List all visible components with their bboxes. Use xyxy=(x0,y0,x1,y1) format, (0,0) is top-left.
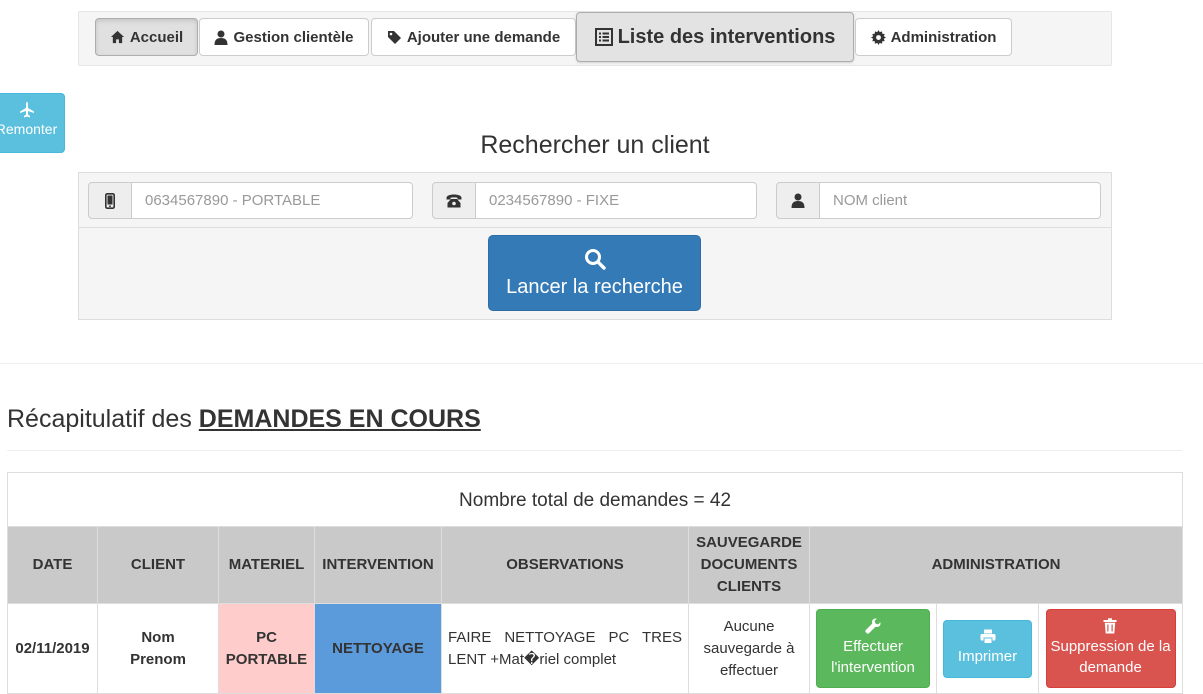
recap-title-prefix: Récapitulatif des xyxy=(7,405,199,433)
home-icon xyxy=(110,30,125,44)
header-observations: OBSERVATIONS xyxy=(441,526,689,604)
wrench-icon xyxy=(865,618,881,634)
section-divider xyxy=(0,363,1203,364)
row-suppression-cell: Suppression de la demande xyxy=(1037,603,1184,694)
user-icon xyxy=(214,30,228,45)
recap-title: Récapitulatif des DEMANDES EN COURS xyxy=(7,405,481,434)
mobile-input-group xyxy=(88,182,413,219)
search-panel: Lancer la recherche xyxy=(78,172,1112,320)
mobile-addon xyxy=(88,182,132,219)
nav-liste-interventions-button[interactable]: Liste des interventions xyxy=(576,12,854,62)
imprimer-label: Imprimer xyxy=(957,647,1018,665)
nav-gestion-clientele-label: Gestion clientèle xyxy=(233,28,354,46)
suppression-demande-button[interactable]: Suppression de la demande xyxy=(1045,609,1176,688)
row-imprimer-cell: Imprimer xyxy=(936,603,1039,694)
nav-ajouter-demande-label: Ajouter une demande xyxy=(406,28,561,46)
header-date: DATE xyxy=(7,526,98,604)
row-sauvegarde: Aucune sauvegarde à effectuer xyxy=(688,603,810,694)
header-client: CLIENT xyxy=(97,526,219,604)
row-materiel: PC PORTABLE xyxy=(218,603,315,694)
table-header-row: DATE CLIENT MATERIEL INTERVENTION OBSERV… xyxy=(7,526,1184,604)
plane-icon xyxy=(19,102,35,118)
landline-phone-input[interactable] xyxy=(476,182,757,219)
search-button[interactable]: Lancer la recherche xyxy=(488,235,701,311)
header-administration: ADMINISTRATION xyxy=(808,526,1184,604)
tag-icon xyxy=(387,30,402,45)
nav-administration-label: Administration xyxy=(890,28,997,46)
row-effectuer-cell: Effectuer l'intervention xyxy=(809,603,937,694)
search-divider xyxy=(79,227,1111,228)
nav-gestion-clientele-button[interactable]: Gestion clientèle xyxy=(199,18,369,56)
search-button-label: Lancer la recherche xyxy=(506,276,683,298)
phone-addon xyxy=(432,182,476,219)
print-icon xyxy=(980,629,996,644)
name-addon xyxy=(776,182,820,219)
list-icon xyxy=(594,28,613,46)
mobile-phone-input[interactable] xyxy=(132,182,413,219)
demandes-table: Nombre total de demandes = 42 DATE CLIEN… xyxy=(6,472,1184,694)
header-materiel: MATERIEL xyxy=(218,526,315,604)
landline-phone-icon xyxy=(446,194,462,208)
nav-ajouter-demande-button[interactable]: Ajouter une demande xyxy=(371,18,576,56)
main-nav: Accueil Gestion clientèle Ajouter une de… xyxy=(78,11,1112,66)
nav-liste-interventions-label: Liste des interventions xyxy=(617,25,836,48)
nav-administration-button[interactable]: Administration xyxy=(855,18,1012,56)
imprimer-button[interactable]: Imprimer xyxy=(943,619,1032,678)
name-input-group xyxy=(776,182,1101,219)
suppression-demande-label: Suppression de la demande xyxy=(1050,638,1171,676)
nav-accueil-label: Accueil xyxy=(129,28,184,46)
search-icon xyxy=(584,248,606,270)
effectuer-intervention-button[interactable]: Effectuer l'intervention xyxy=(816,609,930,688)
header-intervention: INTERVENTION xyxy=(314,526,442,604)
trash-icon xyxy=(1103,618,1119,634)
effectuer-intervention-label: Effectuer l'intervention xyxy=(831,638,915,676)
client-name-input[interactable] xyxy=(820,182,1101,219)
search-title: Rechercher un client xyxy=(480,131,710,159)
row-intervention: NETTOYAGE xyxy=(314,603,442,694)
row-date: 02/11/2019 xyxy=(7,603,98,694)
table-row: 02/11/2019 Nom Prenom PC PORTABLE NETTOY… xyxy=(7,603,1184,694)
nav-accueil-button[interactable]: Accueil xyxy=(95,18,198,56)
recap-title-emphasis: DEMANDES EN COURS xyxy=(198,405,481,433)
header-sauvegarde: SAUVEGARDE DOCUMENTS CLIENTS xyxy=(688,526,810,604)
demandes-table-wrap: Nombre total de demandes = 42 DATE CLIEN… xyxy=(6,472,1184,694)
total-demandes: Nombre total de demandes = 42 xyxy=(6,472,1184,527)
phone-input-group xyxy=(432,182,757,219)
row-observations: FAIRE NETTOYAGE PC TRES LENT +Mat�riel c… xyxy=(441,603,689,694)
user-icon xyxy=(791,193,805,208)
mobile-phone-icon xyxy=(105,192,115,209)
recap-divider xyxy=(7,450,1182,451)
gear-icon xyxy=(870,29,886,45)
row-client: Nom Prenom xyxy=(97,603,219,694)
